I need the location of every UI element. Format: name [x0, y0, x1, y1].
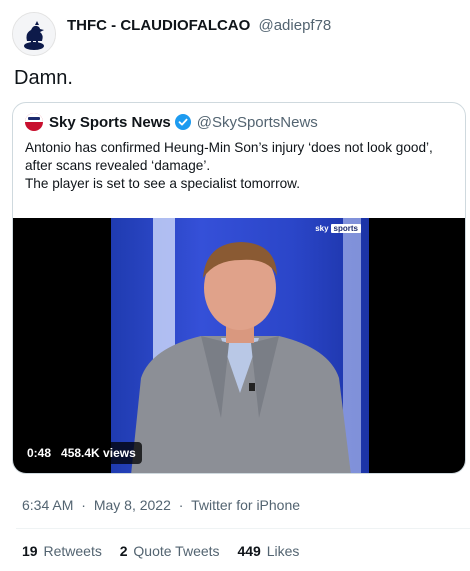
author-handle[interactable]: @adiepf78: [258, 17, 331, 34]
author-line: THFC - CLAUDIOFALCAO @adiepf78: [67, 17, 331, 34]
quoted-tweet-text: Antonio has confirmed Heung-Min Son’s in…: [25, 139, 455, 193]
retweets-count: 19: [22, 543, 38, 559]
tweet-header: THFC - CLAUDIOFALCAO @adiepf78: [12, 12, 462, 60]
quoted-text-line: Antonio has confirmed Heung-Min Son’s in…: [25, 140, 433, 155]
sky-sports-watermark: sky sports: [315, 224, 361, 233]
retweets-label: Retweets: [43, 543, 102, 559]
video-player[interactable]: sky sports 0:48 458.4K views: [13, 218, 465, 473]
quoted-text-line: after scans revealed ‘damage’.: [25, 158, 211, 173]
author-name[interactable]: THFC - CLAUDIOFALCAO: [67, 17, 250, 34]
quoted-tweet-header: Sky Sports News @SkySportsNews: [25, 112, 318, 132]
meta-separator: ·: [81, 497, 86, 513]
video-views: 458.4K views: [61, 446, 136, 460]
watermark-sky: sky: [315, 224, 329, 233]
likes-stat[interactable]: 449 Likes: [237, 543, 299, 559]
meta-separator: ·: [178, 497, 184, 513]
quotes-count: 2: [119, 543, 128, 559]
quoted-tweet-card[interactable]: Sky Sports News @SkySportsNews Antonio h…: [12, 102, 466, 474]
verified-badge-icon: [174, 114, 191, 130]
watermark-sports: sports: [330, 224, 361, 233]
tweet-time[interactable]: 6:34 AM: [22, 497, 73, 513]
tweet-stats: 19 Retweets 2 Quote Tweets 449 Likes: [22, 543, 313, 559]
tweet-source[interactable]: Twitter for iPhone: [191, 497, 300, 513]
video-info-badge: 0:48 458.4K views: [21, 442, 142, 464]
quoted-author-handle[interactable]: @SkySportsNews: [197, 114, 318, 131]
quotes-label: Quote Tweets: [133, 543, 220, 559]
likes-count: 449: [237, 543, 261, 559]
quoted-author-name[interactable]: Sky Sports News: [49, 114, 171, 131]
video-duration: 0:48: [27, 446, 52, 460]
rooster-crest-icon: [13, 13, 55, 55]
likes-label: Likes: [266, 543, 300, 559]
tweet-meta: 6:34 AM · May 8, 2022 · Twitter for iPho…: [22, 497, 300, 513]
quoted-text-line: The player is set to see a specialist to…: [25, 176, 301, 191]
video-frame: [111, 218, 369, 473]
tweet-date[interactable]: May 8, 2022: [94, 497, 171, 513]
sky-sports-logo-icon: [25, 113, 43, 131]
avatar[interactable]: [12, 12, 56, 56]
divider: [16, 528, 470, 529]
presenter-image: [131, 242, 351, 473]
tweet-text: Damn.: [14, 67, 73, 89]
retweets-stat[interactable]: 19 Retweets: [22, 543, 102, 559]
quote-tweets-stat[interactable]: 2 Quote Tweets: [120, 543, 220, 559]
